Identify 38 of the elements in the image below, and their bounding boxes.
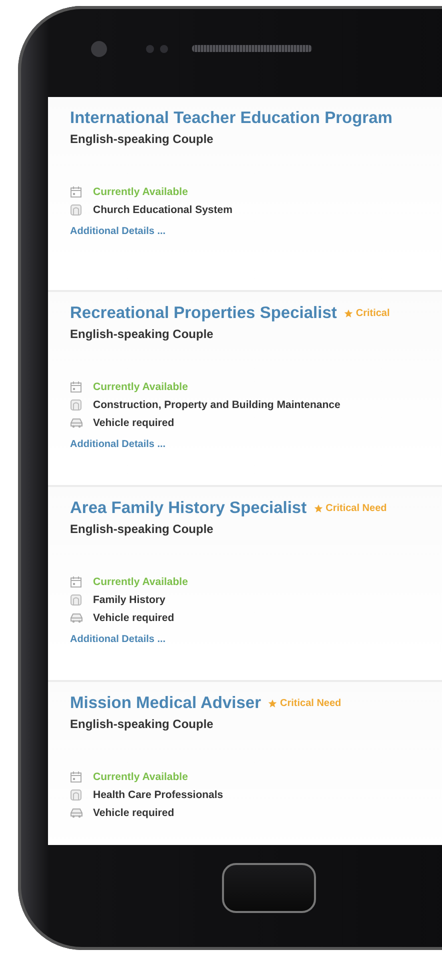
listing-title[interactable]: Area Family History Specialist xyxy=(70,499,307,518)
building-icon xyxy=(70,399,83,411)
availability-status: Currently Available xyxy=(93,381,188,393)
listing-subtitle: English-speaking Couple xyxy=(70,717,214,731)
calendar-icon xyxy=(70,381,83,393)
availability-status: Currently Available xyxy=(93,771,188,783)
detail-text: Vehicle required xyxy=(93,612,174,624)
critical-need-badge: Critical xyxy=(344,308,390,319)
listing-title[interactable]: Mission Medical Adviser xyxy=(70,694,262,713)
camera-icon xyxy=(90,40,170,58)
detail-text: Construction, Property and Building Maintenance xyxy=(93,399,340,411)
listing-subtitle: English-speaking Couple xyxy=(70,522,214,536)
availability-status: Currently Available xyxy=(93,576,188,588)
critical-need-badge: Critical Need xyxy=(268,698,342,709)
listing-subtitle: English-speaking Couple xyxy=(70,327,214,341)
car-icon xyxy=(70,807,83,819)
detail-text: Family History xyxy=(93,594,166,606)
calendar-icon xyxy=(70,186,83,198)
calendar-icon xyxy=(70,576,83,588)
detail-text: Church Educational System xyxy=(93,204,232,216)
building-icon xyxy=(70,594,83,606)
additional-details-link[interactable]: Additional Details ... xyxy=(70,439,166,450)
building-icon xyxy=(70,789,83,801)
building-icon xyxy=(70,204,83,216)
availability-status: Currently Available xyxy=(93,186,188,198)
detail-text: Vehicle required xyxy=(93,417,174,429)
additional-details-link[interactable]: Additional Details ... xyxy=(70,634,166,645)
listing-title[interactable]: International Teacher Education Program xyxy=(70,109,392,128)
listing-title[interactable]: Recreational Properties Specialist xyxy=(70,304,337,323)
detail-text: Vehicle required xyxy=(93,807,174,819)
home-button[interactable] xyxy=(222,862,316,912)
car-icon xyxy=(70,612,83,624)
car-icon xyxy=(70,417,83,429)
detail-text: Health Care Professionals xyxy=(93,789,224,801)
critical-need-badge: Critical Need xyxy=(314,503,387,514)
calendar-icon xyxy=(70,771,83,783)
additional-details-link[interactable]: Additional Details ... xyxy=(70,226,166,237)
listing-subtitle: English-speaking Couple xyxy=(70,132,214,146)
